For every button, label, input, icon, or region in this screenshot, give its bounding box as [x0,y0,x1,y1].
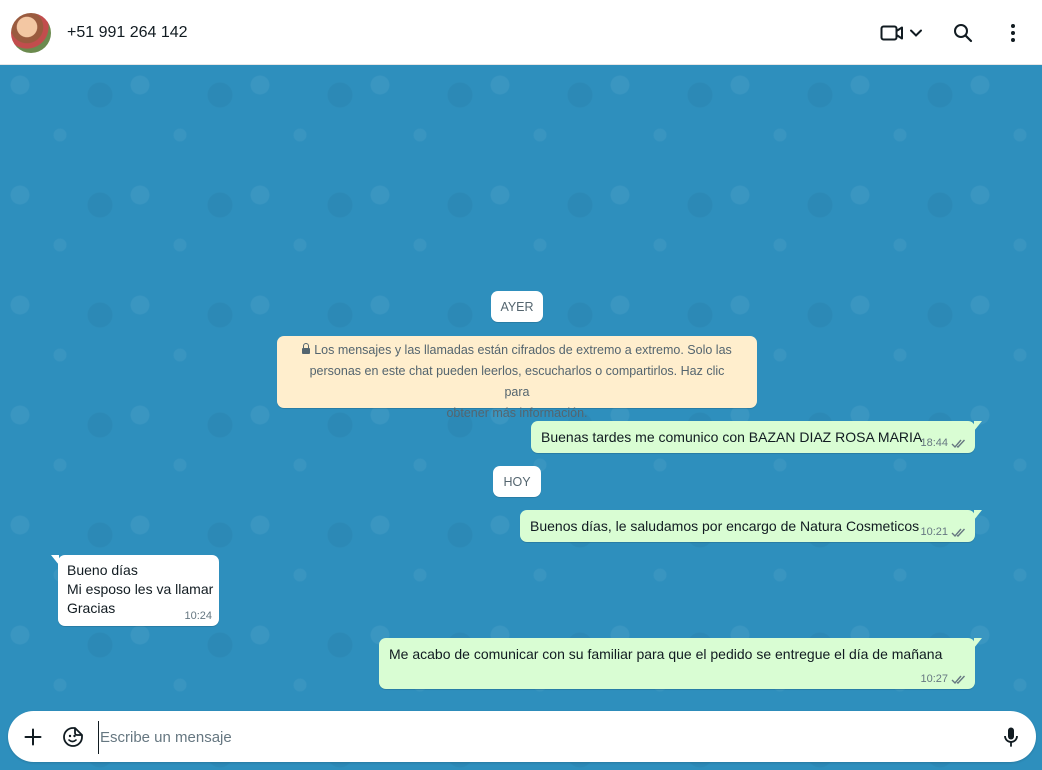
message-incoming[interactable]: Bueno días Mi esposo les va llamar Graci… [51,555,219,626]
message-time: 10:24 [184,610,212,622]
attach-plus-icon[interactable] [20,724,46,750]
microphone-icon[interactable] [998,724,1024,750]
double-check-icon [951,439,966,448]
message-text-line3: Gracias [67,600,116,616]
message-meta: 10:21 [920,526,967,538]
message-meta: 10:24 [184,610,212,622]
day-separator-yesterday: AYER [491,291,543,322]
message-time: 10:21 [920,526,948,538]
chat-header: +51 991 264 142 [0,0,1042,65]
message-outgoing[interactable]: Buenos días, le saludamos por encargo de… [520,510,982,542]
message-text: Buenas tardes me comunico con BAZAN DIAZ… [541,429,923,445]
more-options-icon[interactable] [999,20,1027,46]
message-text-line1: Bueno días [67,562,138,578]
message-composer [8,711,1036,762]
chevron-down-icon[interactable] [903,20,929,46]
contact-name[interactable]: +51 991 264 142 [67,24,188,42]
sticker-emoji-icon[interactable] [60,724,86,750]
message-meta: 18:44 [920,437,967,449]
message-outgoing[interactable]: Me acabo de comunicar con su familiar pa… [379,638,982,689]
double-check-icon [951,675,966,684]
message-text: Buenos días, le saludamos por encargo de… [530,518,920,534]
message-text-line2: Mi esposo les va llamar [67,581,214,597]
lock-icon [302,343,311,355]
message-time: 10:27 [920,673,948,685]
double-check-icon [951,528,966,537]
encryption-notice[interactable]: Los mensajes y las llamadas están cifrad… [277,336,757,420]
search-icon[interactable] [949,20,977,46]
day-separator-today: HOY [493,466,541,497]
video-call-icon[interactable] [878,20,906,46]
message-outgoing[interactable]: Buenas tardes me comunico con BAZAN DIAZ… [531,421,982,453]
contact-avatar[interactable] [11,13,51,53]
message-input[interactable] [98,721,982,754]
message-text: Me acabo de comunicar con su familiar pa… [389,646,943,662]
message-meta: 10:27 [920,673,967,685]
encryption-notice-line2: personas en este chat pueden leerlos, es… [309,364,725,399]
encryption-notice-line1: Los mensajes y las llamadas están cifrad… [314,343,732,357]
message-time: 18:44 [920,437,948,449]
